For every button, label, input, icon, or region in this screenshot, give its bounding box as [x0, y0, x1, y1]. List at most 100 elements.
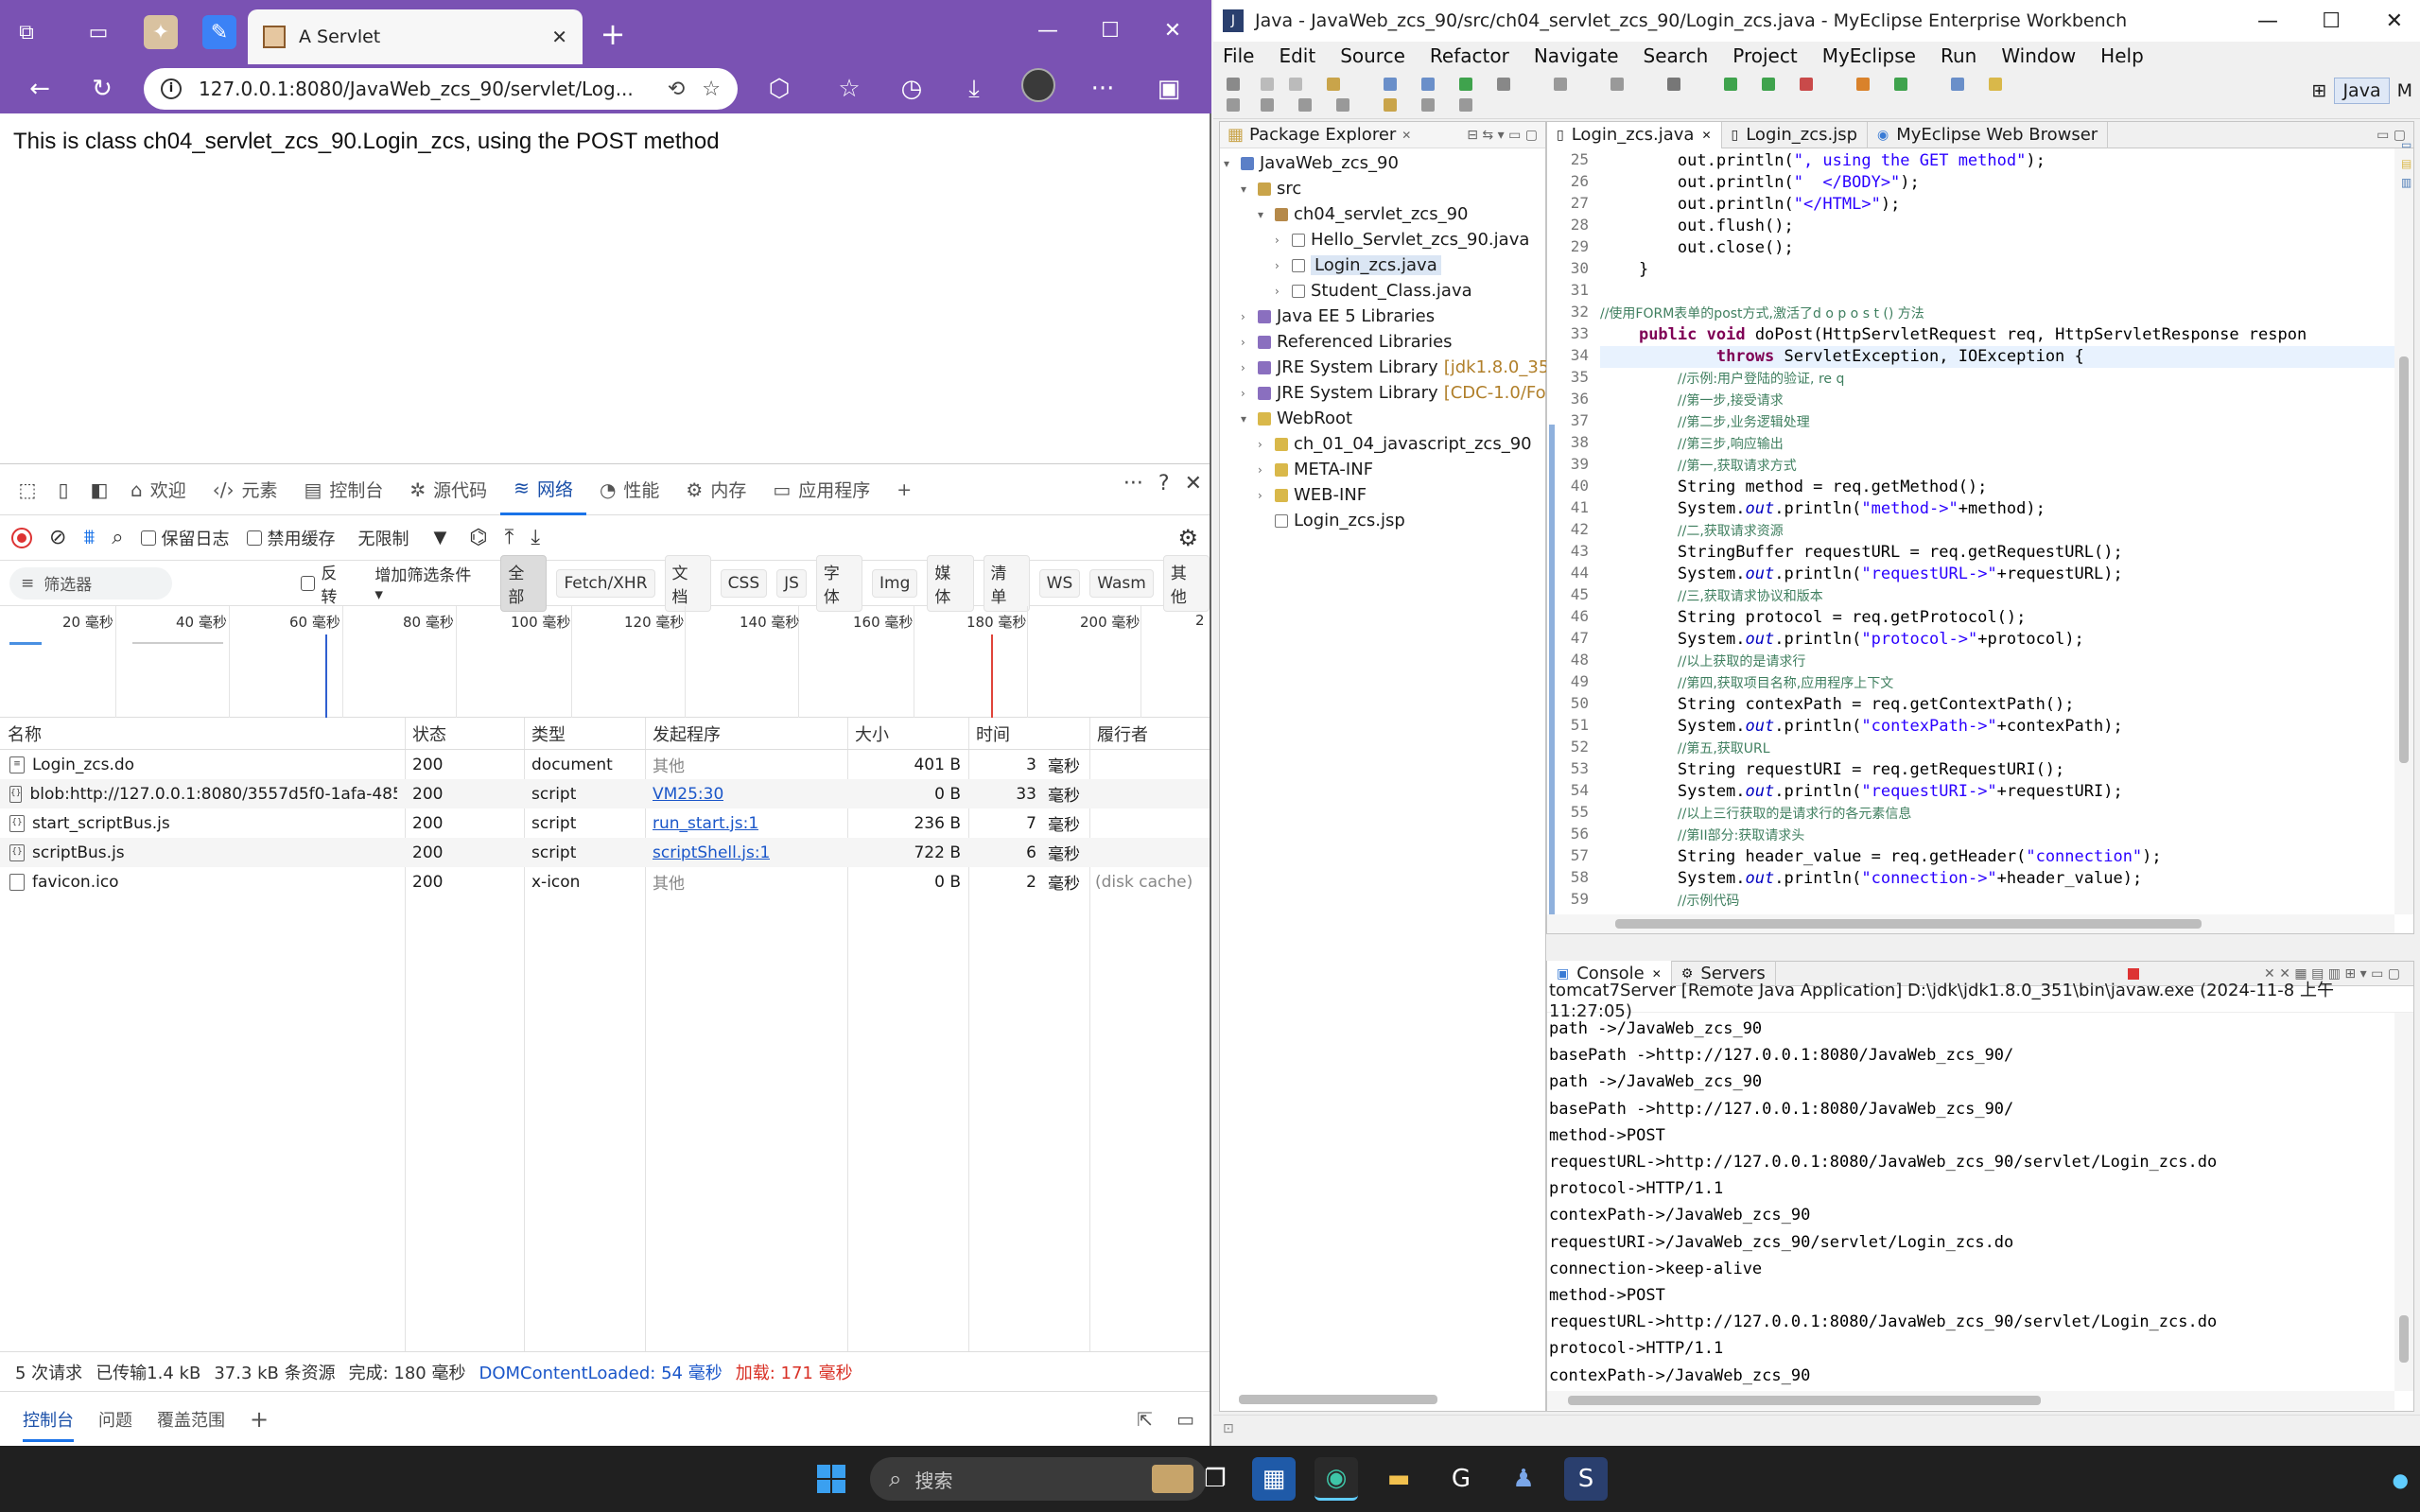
- tree-item-jsp[interactable]: Login_zcs.jsp: [1258, 508, 1405, 533]
- import-har-icon[interactable]: ⤒: [505, 526, 514, 549]
- tree-item-folder[interactable]: › ch_01_04_javascript_zcs_90: [1258, 431, 1532, 457]
- horizontal-scrollbar[interactable]: [1547, 1391, 2394, 1410]
- myeclipse-taskbar-icon[interactable]: S: [1564, 1457, 1608, 1501]
- perspective-java[interactable]: Java: [2334, 78, 2390, 104]
- tree-item-library[interactable]: › Java EE 5 Libraries: [1241, 304, 1435, 329]
- refresh-icon[interactable]: ↻: [85, 72, 119, 106]
- inspect-element-icon[interactable]: ⬚: [9, 472, 45, 508]
- tool-icon[interactable]: [1989, 78, 2002, 91]
- tool-icon[interactable]: [1610, 78, 1624, 91]
- filter-other[interactable]: 其他: [1162, 554, 1210, 612]
- close-tab-icon[interactable]: ✕: [1701, 129, 1711, 142]
- col-initiator[interactable]: 发起程序: [645, 718, 847, 750]
- more-filters-dropdown[interactable]: 增加筛选条件 ▾: [374, 562, 481, 604]
- profile-avatar[interactable]: [1021, 68, 1055, 102]
- site-info-icon[interactable]: i: [161, 78, 182, 99]
- close-tab-icon[interactable]: ✕: [551, 26, 567, 48]
- filter-manifest[interactable]: 清单: [983, 554, 1030, 612]
- tool-icon[interactable]: [1554, 78, 1567, 91]
- vertical-scrollbar[interactable]: [2394, 148, 2413, 914]
- minimized-view-icon[interactable]: ▥: [2401, 176, 2420, 189]
- invert-checkbox[interactable]: 反转: [300, 560, 353, 607]
- request-initiator-link[interactable]: scriptShell.js:1: [653, 838, 770, 867]
- minimize-button[interactable]: —: [1019, 9, 1076, 51]
- run-icon[interactable]: [1724, 78, 1737, 91]
- export-har-icon[interactable]: ⤓: [531, 526, 540, 549]
- filter-js[interactable]: JS: [776, 568, 807, 598]
- filter-ws[interactable]: WS: [1038, 568, 1081, 598]
- editor-tab-login-java[interactable]: ▯ Login_zcs.java ✕: [1547, 121, 1722, 148]
- col-status[interactable]: 状态: [405, 718, 524, 750]
- open-icon[interactable]: [1327, 78, 1340, 91]
- console-output[interactable]: path ->/JavaWeb_zcs_90 basePath ->http://…: [1547, 1013, 2394, 1391]
- add-tab-button[interactable]: +: [883, 464, 925, 515]
- more-menu-icon[interactable]: ···: [1086, 72, 1120, 106]
- tab-performance[interactable]: ◔ 性能: [586, 464, 672, 515]
- tree-item-file[interactable]: › Student_Class.java: [1275, 278, 1472, 304]
- new-icon[interactable]: [1227, 78, 1240, 91]
- store-icon[interactable]: ▦: [1252, 1457, 1296, 1501]
- editor-tab-web-browser[interactable]: ◉ MyEclipse Web Browser: [1868, 121, 2109, 148]
- minimize-button[interactable]: —: [2257, 9, 2278, 33]
- app-g-icon[interactable]: G: [1439, 1457, 1483, 1501]
- tab-actions-icon[interactable]: ▭: [81, 15, 115, 49]
- back-icon[interactable]: ←: [23, 72, 57, 106]
- open-perspective-icon[interactable]: ⊞: [2312, 80, 2327, 101]
- pinned-tab-1-icon[interactable]: ✦: [144, 15, 178, 49]
- tool-icon[interactable]: [1667, 78, 1680, 91]
- close-devtools-icon[interactable]: ✕: [1185, 472, 1202, 495]
- drawer-tab-issues[interactable]: 问题: [98, 1407, 132, 1432]
- tree-item-package[interactable]: ▾ ch04_servlet_zcs_90: [1258, 201, 1468, 227]
- filter-font[interactable]: 字体: [815, 554, 863, 612]
- minimized-view-icon[interactable]: ▭: [2401, 138, 2420, 151]
- edge-taskbar-icon[interactable]: ◉: [1314, 1457, 1358, 1501]
- view-menu-icons[interactable]: ⊟ ⇆ ▾ ▭ ▢: [1467, 128, 1538, 143]
- filter-css[interactable]: CSS: [720, 568, 768, 598]
- horizontal-scrollbar[interactable]: [1239, 1395, 1437, 1404]
- taskbar-search[interactable]: ⌕ 搜索: [870, 1457, 1207, 1501]
- preserve-log-checkbox[interactable]: 保留日志: [140, 526, 230, 550]
- tool-icon[interactable]: [1384, 98, 1397, 112]
- tree-item-file-selected[interactable]: › Login_zcs.java: [1275, 252, 1441, 278]
- col-name[interactable]: 名称: [0, 718, 405, 750]
- notification-icon[interactable]: ●: [2393, 1469, 2409, 1491]
- save-icon[interactable]: [1261, 78, 1274, 91]
- tab-memory[interactable]: ⚙ 内存: [672, 464, 759, 515]
- tree-item-src[interactable]: ▾ src: [1241, 176, 1301, 201]
- back-nav-icon[interactable]: [1421, 98, 1435, 112]
- tree-item-folder[interactable]: ▾ WebRoot: [1241, 406, 1352, 431]
- search-icon[interactable]: ⌕: [112, 526, 123, 549]
- run-last-icon[interactable]: [1762, 78, 1775, 91]
- tree-item-project[interactable]: ▾ JavaWeb_zcs_90: [1224, 150, 1399, 176]
- undock-drawer-icon[interactable]: ⇱: [1137, 1408, 1153, 1431]
- more-tools-icon[interactable]: ···: [1123, 472, 1143, 495]
- drawer-add-icon[interactable]: +: [250, 1406, 269, 1433]
- record-icon[interactable]: [11, 527, 32, 548]
- menu-edit[interactable]: Edit: [1279, 44, 1315, 67]
- start-button[interactable]: [810, 1457, 853, 1501]
- filter-input[interactable]: ≡ 筛选器: [9, 566, 172, 600]
- drawer-tab-console[interactable]: 控制台: [23, 1407, 74, 1442]
- close-window-button[interactable]: ✕: [2386, 9, 2403, 33]
- menu-refactor[interactable]: Refactor: [1430, 44, 1509, 67]
- menu-project[interactable]: Project: [1732, 44, 1797, 67]
- new-tab-button[interactable]: +: [592, 13, 634, 55]
- filter-doc[interactable]: 文档: [664, 554, 711, 612]
- close-drawer-icon[interactable]: ▭: [1176, 1408, 1194, 1431]
- workspaces-icon[interactable]: ⧉: [9, 15, 44, 49]
- filter-media[interactable]: 媒体: [927, 554, 974, 612]
- maximize-button[interactable]: ☐: [2322, 9, 2341, 33]
- col-fulfilled[interactable]: 履行者: [1089, 718, 1210, 750]
- url-text[interactable]: 127.0.0.1:8080/JavaWeb_zcs_90/servlet/Lo…: [199, 78, 651, 100]
- minimized-view-icon[interactable]: ▤: [2401, 157, 2420, 170]
- deploy-icon[interactable]: [1421, 78, 1435, 91]
- col-size[interactable]: 大小: [847, 718, 968, 750]
- tool-icon[interactable]: [1336, 98, 1349, 112]
- menu-run[interactable]: Run: [1941, 44, 1976, 67]
- dock-side-icon[interactable]: ◧: [81, 472, 117, 508]
- close-window-button[interactable]: ✕: [1144, 9, 1201, 51]
- editor-tab-login-jsp[interactable]: ▯ Login_zcs.jsp: [1722, 121, 1869, 148]
- filter-fetch-xhr[interactable]: Fetch/XHR: [556, 568, 655, 598]
- favorites-icon[interactable]: ☆: [832, 72, 866, 106]
- address-bar[interactable]: i 127.0.0.1:8080/JavaWeb_zcs_90/servlet/…: [144, 68, 738, 110]
